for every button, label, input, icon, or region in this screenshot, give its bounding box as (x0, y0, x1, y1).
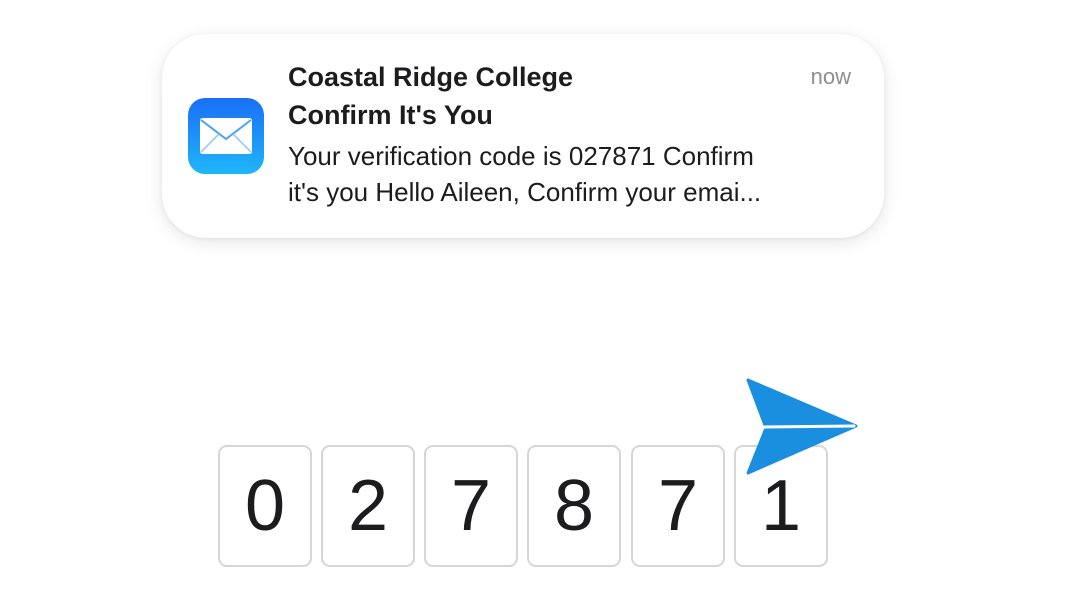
code-digit-5[interactable]: 7 (631, 445, 725, 567)
notification-subject: Confirm It's You (288, 100, 493, 130)
mail-app-icon (188, 98, 264, 174)
code-digit-2[interactable]: 2 (321, 445, 415, 567)
mail-icon (200, 118, 252, 154)
code-digit-3[interactable]: 7 (424, 445, 518, 567)
code-digit-1[interactable]: 0 (218, 445, 312, 567)
mail-notification[interactable]: Coastal Ridge College now Confirm It's Y… (162, 34, 884, 238)
notification-time: now (810, 64, 851, 89)
notification-app-name: Coastal Ridge College (288, 62, 574, 92)
send-button[interactable] (742, 376, 860, 481)
notification-body-line-1: Your verification code is 027871 Confirm (288, 141, 754, 171)
code-digit-4[interactable]: 8 (527, 445, 621, 567)
notification-body-line-2: it's you Hello Aileen, Confirm your emai… (288, 177, 762, 207)
paper-plane-icon (746, 378, 858, 475)
notification-body: Your verification code is 027871 Confirm… (288, 138, 848, 210)
screen: Coastal Ridge College now Confirm It's Y… (0, 0, 1065, 599)
